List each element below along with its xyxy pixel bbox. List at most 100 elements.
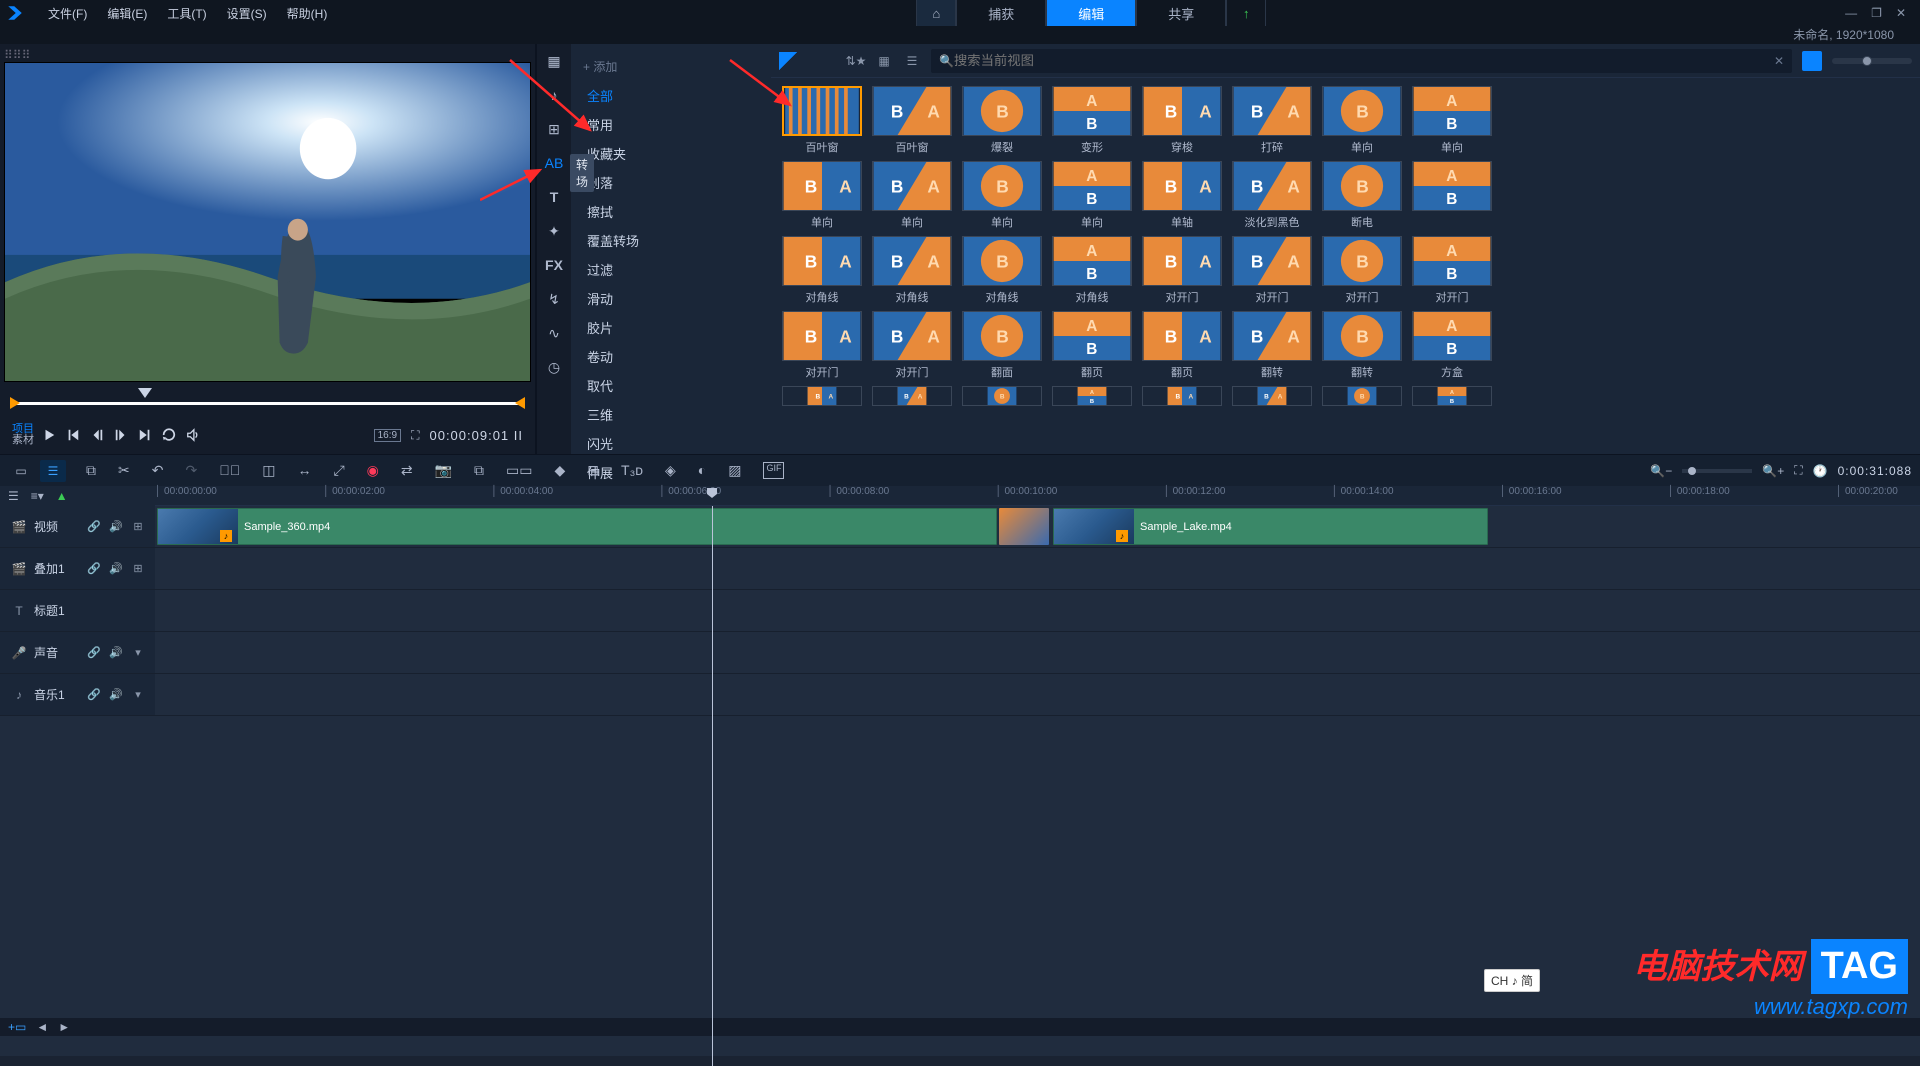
add-button[interactable]: + 添加 — [571, 52, 771, 81]
category-item[interactable]: 胶片 — [571, 313, 771, 342]
mask-icon[interactable]: ◐ — [698, 462, 706, 479]
storyboard-view-icon[interactable]: ▭ — [8, 460, 34, 482]
transition-item[interactable]: BA对角线 — [871, 236, 953, 305]
cut-icon[interactable]: ✂ — [118, 462, 130, 479]
snapshot-icon[interactable]: 📷 — [435, 462, 452, 479]
category-item[interactable]: 三维 — [571, 400, 771, 429]
transition-thumb[interactable]: AB — [1052, 86, 1132, 136]
transition-item[interactable]: B — [1321, 386, 1403, 406]
transition-item[interactable]: AB翻页 — [1051, 311, 1133, 380]
transition-thumb[interactable]: BA — [1232, 161, 1312, 211]
skip-start-icon[interactable] — [66, 428, 80, 442]
transition-thumb[interactable]: AB — [1052, 236, 1132, 286]
clip-1[interactable]: ♪ Sample_360.mp4 — [157, 508, 997, 545]
category-item[interactable]: 滑动 — [571, 284, 771, 313]
zoom-out-icon[interactable]: 🔍− — [1650, 464, 1672, 478]
transition-thumb[interactable]: BA — [872, 161, 952, 211]
transition-item[interactable]: BA翻页 — [1141, 311, 1223, 380]
transition-item[interactable]: B — [961, 386, 1043, 406]
motion-icon[interactable]: ◈ — [665, 462, 676, 479]
transition-item[interactable]: AB对开门 — [1411, 236, 1493, 305]
menu-file[interactable]: 文件(F) — [38, 5, 97, 22]
zoom-in-icon[interactable]: 🔍+ — [1762, 464, 1784, 478]
time-ruler[interactable]: │ 00:00:00:00│ 00:00:02:00│ 00:00:04:00│… — [155, 486, 1920, 506]
transition-item[interactable]: AB单向 — [1051, 161, 1133, 230]
category-item[interactable]: 覆盖转场 — [571, 226, 771, 255]
menu-tool[interactable]: 工具(T) — [157, 5, 216, 22]
transition-item[interactable]: BA — [1231, 386, 1313, 406]
drag-handle[interactable]: ⠿⠿⠿ — [4, 48, 531, 62]
transition-item[interactable]: AB变形 — [1051, 86, 1133, 155]
search-input[interactable] — [954, 53, 1774, 68]
transition-thumb[interactable]: B — [1322, 161, 1402, 211]
overlay-track[interactable]: 🎬叠加1🔗🔊⊞ — [0, 548, 1920, 590]
video-track[interactable]: 🎬 视频 🔗 🔊 ⊞ ♪ Sample_360.mp4 ♪ Sample_Lak… — [0, 506, 1920, 548]
transition-thumb[interactable]: BA — [1232, 86, 1312, 136]
transition-item[interactable]: BA单向 — [781, 161, 863, 230]
transition-thumb[interactable]: AB — [1052, 311, 1132, 361]
list-icon[interactable]: ☰ — [903, 52, 921, 70]
transition-thumb[interactable]: B — [1322, 236, 1402, 286]
category-item[interactable]: 全部 — [571, 81, 771, 110]
undo-icon[interactable]: ↶ — [152, 462, 164, 479]
transition-item[interactable]: BA淡化到黑色 — [1231, 161, 1313, 230]
transition-thumb[interactable]: BA — [1232, 236, 1312, 286]
frame-fwd-icon[interactable] — [114, 428, 128, 442]
audio-tab-icon[interactable]: ♪ — [544, 86, 564, 104]
transition-thumb[interactable]: BA — [1142, 161, 1222, 211]
motion-tab-icon[interactable]: ↯ — [544, 290, 564, 308]
transition-item[interactable]: BA对开门 — [1141, 236, 1223, 305]
search-box[interactable]: 🔍 ✕ — [931, 49, 1792, 73]
transition-item[interactable]: AB — [1051, 386, 1133, 406]
transition-item[interactable]: BA — [781, 386, 863, 406]
sort-icon[interactable]: ⇅★ — [847, 52, 865, 70]
scroll-left-icon[interactable]: ◄ — [36, 1020, 48, 1034]
gif-icon[interactable]: GIF — [763, 462, 784, 479]
clear-search-icon[interactable]: ✕ — [1774, 54, 1784, 68]
transition-thumb[interactable]: BA — [782, 311, 862, 361]
media-tab-icon[interactable]: ▦ — [544, 52, 564, 70]
track-height-icon[interactable]: ≡▾ — [31, 489, 44, 503]
transition-thumb[interactable]: AB — [1412, 311, 1492, 361]
tab-edit[interactable]: 编辑 — [1046, 0, 1136, 26]
transition-thumb[interactable]: AB — [1412, 86, 1492, 136]
t3d-icon[interactable]: T₃ᴅ — [621, 462, 643, 479]
grid-icon[interactable]: ▦ — [875, 52, 893, 70]
transition-item[interactable]: BA — [871, 386, 953, 406]
transition-thumb[interactable]: AB — [1052, 386, 1132, 406]
transition-thumb[interactable]: B — [1322, 386, 1402, 406]
thumbnail-size-slider[interactable] — [1832, 58, 1912, 64]
clock-icon[interactable]: 🕐 — [1813, 464, 1828, 478]
menu-help[interactable]: 帮助(H) — [277, 5, 338, 22]
preview-scrubber[interactable] — [10, 392, 525, 416]
category-item[interactable]: 闪光 — [571, 429, 771, 458]
transition-thumb[interactable]: B — [962, 161, 1042, 211]
transition-thumb[interactable]: BA — [1142, 86, 1222, 136]
expand-icon[interactable]: ⛶ — [411, 428, 419, 443]
transition-thumb[interactable]: BA — [782, 236, 862, 286]
transition-item[interactable]: BA对开门 — [781, 311, 863, 380]
transition-clip[interactable] — [999, 508, 1049, 545]
thumbnail-view-icon[interactable] — [1802, 51, 1822, 71]
delete-icon[interactable]: ▭⃠ — [219, 462, 240, 479]
transition-tab-icon[interactable]: AB 转场 — [544, 154, 564, 172]
transition-item[interactable]: BA百叶窗 — [871, 86, 953, 155]
transition-thumb[interactable]: BA — [782, 386, 862, 406]
transition-item[interactable]: BA — [1141, 386, 1223, 406]
tab-home[interactable]: ⌂ — [916, 0, 956, 26]
category-item[interactable]: 剥落 — [571, 168, 771, 197]
category-item[interactable]: 过滤 — [571, 255, 771, 284]
menu-settings[interactable]: 设置(S) — [217, 5, 277, 22]
transition-item[interactable]: BA翻转 — [1231, 311, 1313, 380]
transition-thumb[interactable]: B — [962, 311, 1042, 361]
fit-icon[interactable]: ⛶ — [1794, 463, 1802, 478]
template-tab-icon[interactable]: ⊞ — [544, 120, 564, 138]
transition-item[interactable]: B对角线 — [961, 236, 1043, 305]
transition-item[interactable]: AB对角线 — [1051, 236, 1133, 305]
group-icon[interactable]: ▭▭ — [506, 462, 532, 479]
zoom-icon[interactable]: ⤢ — [333, 462, 344, 479]
preview-video[interactable] — [4, 62, 531, 382]
transition-thumb[interactable] — [782, 86, 862, 136]
transition-thumb[interactable]: BA — [872, 86, 952, 136]
transition-thumb[interactable]: B — [962, 236, 1042, 286]
